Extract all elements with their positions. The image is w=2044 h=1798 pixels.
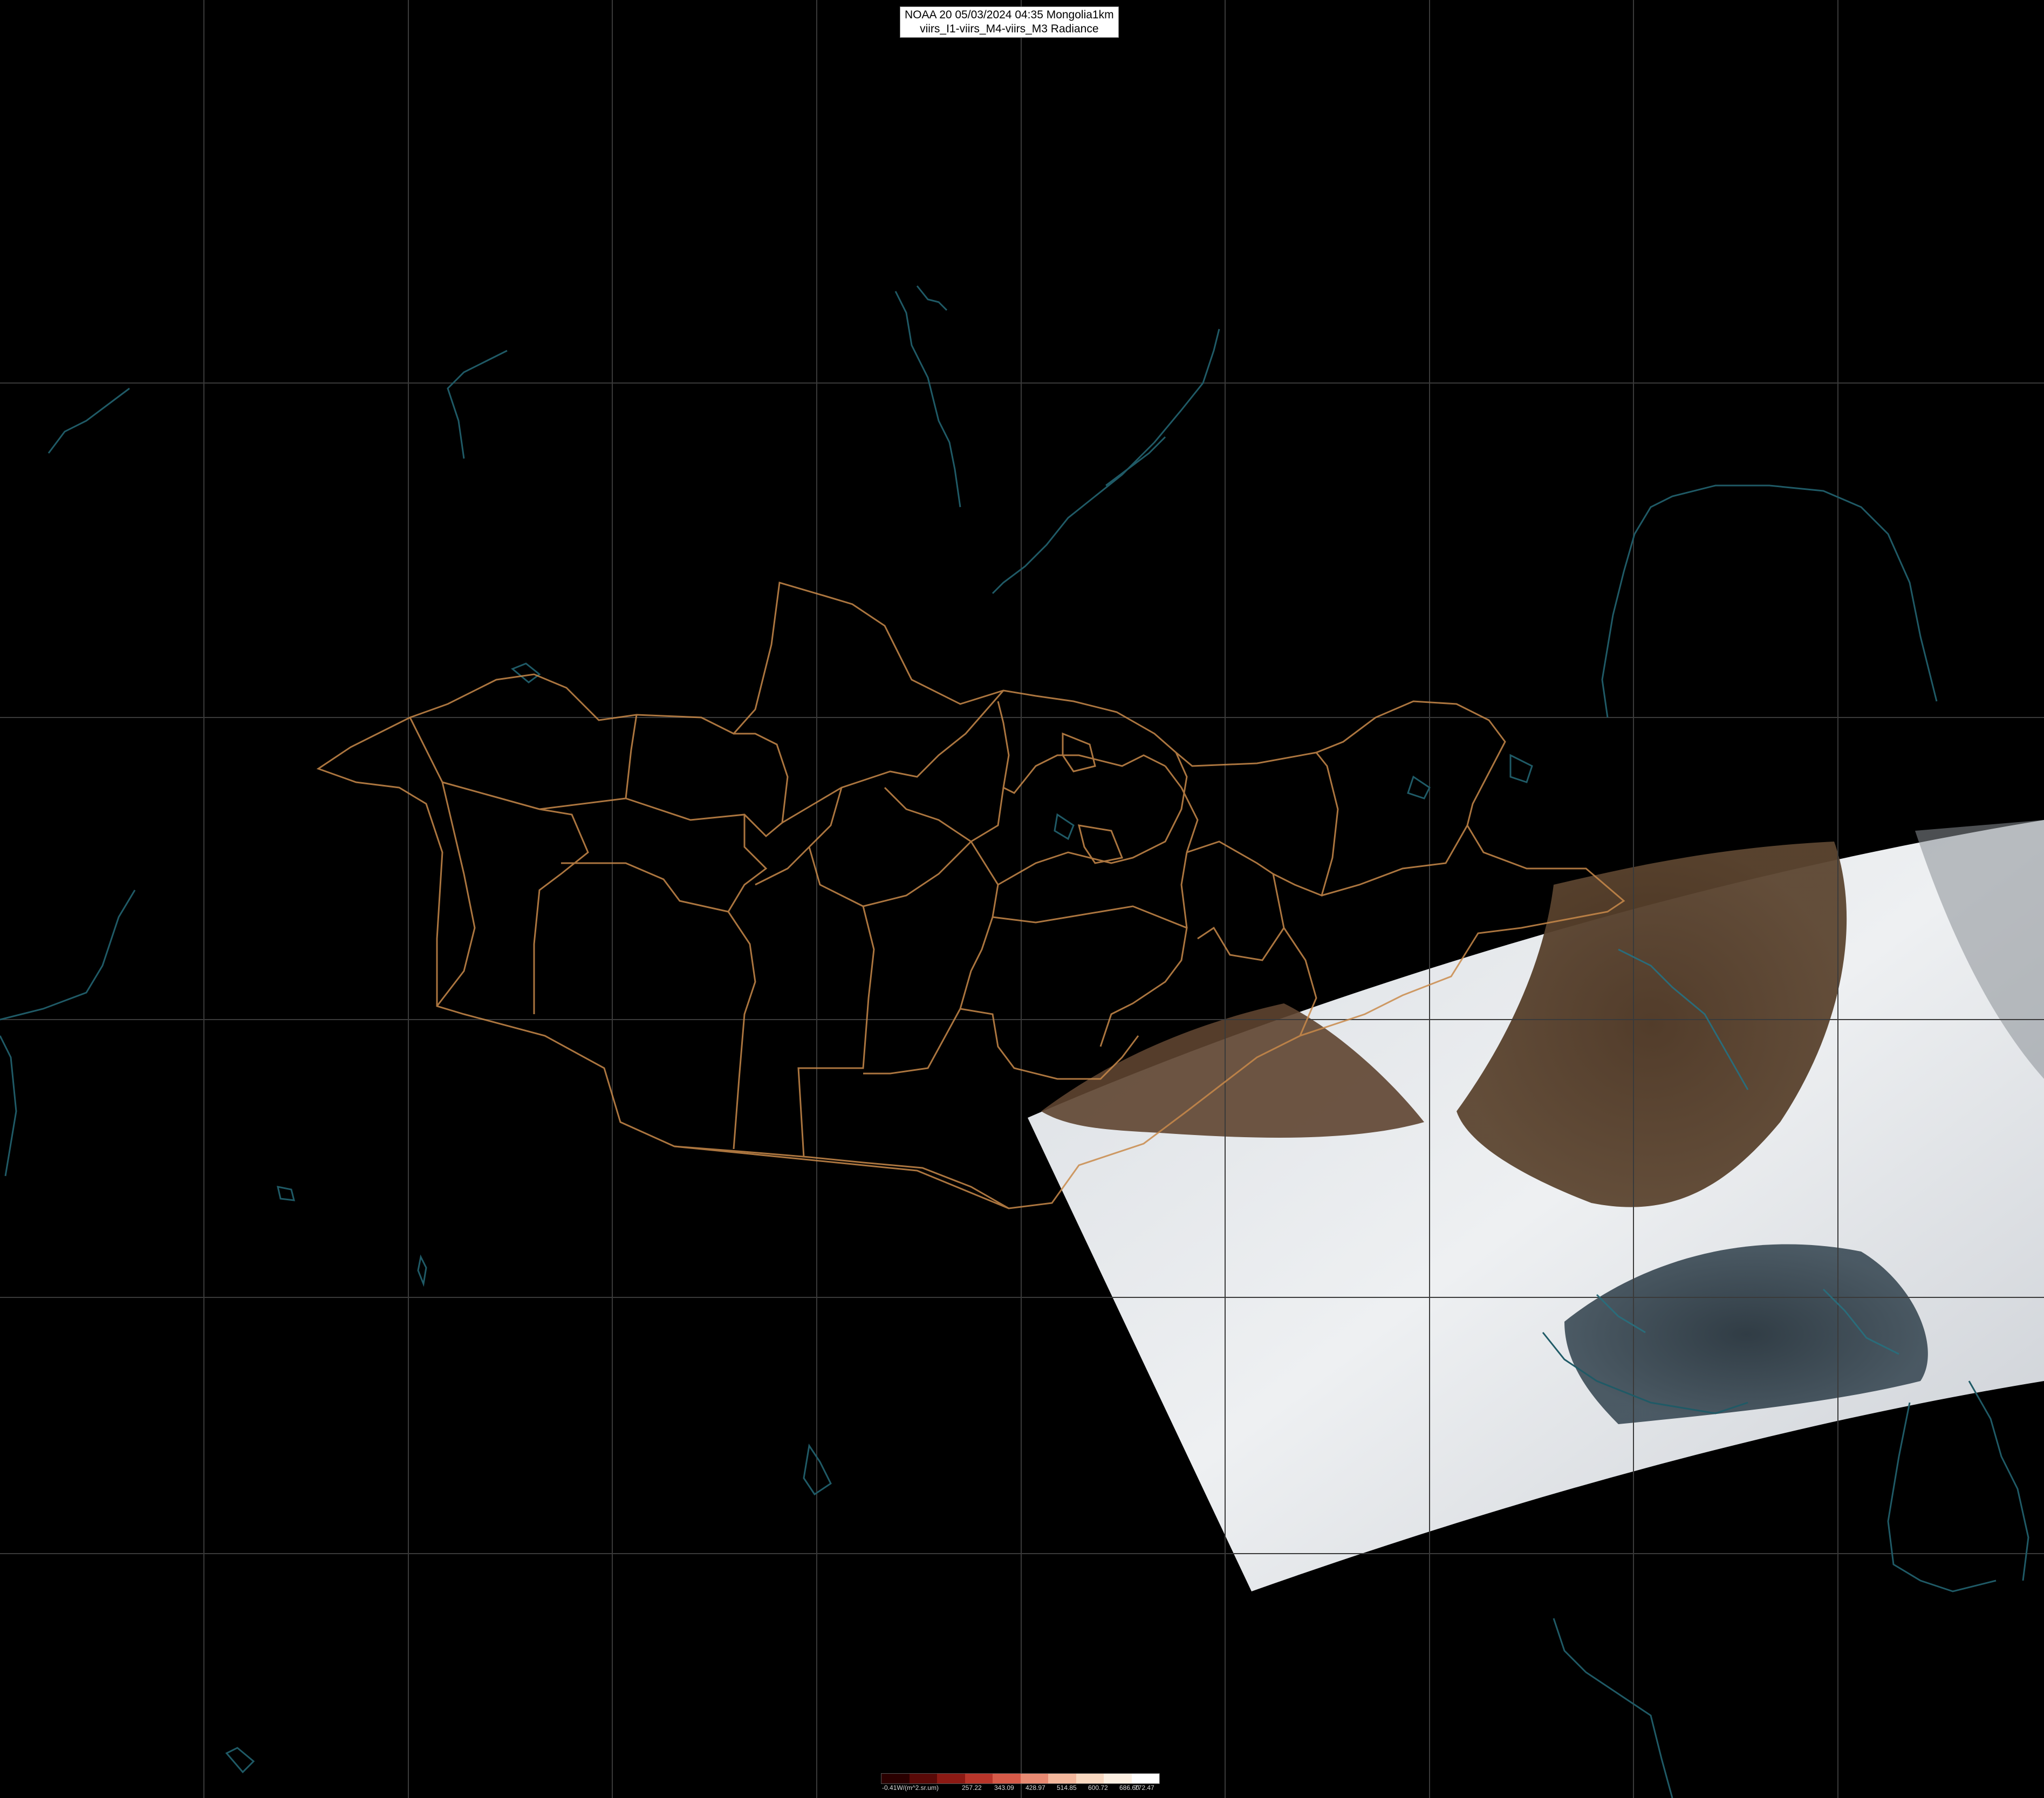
color-legend: -0.41W/(m^2.sr.um) 257.22 343.09 428.97 … [881, 1773, 1160, 1798]
title-line-1: NOAA 20 05/03/2024 04:35 Mongolia1km [905, 9, 1114, 21]
legend-color-segment [881, 1774, 910, 1783]
map-title: NOAA 20 05/03/2024 04:35 Mongolia1km vii… [900, 6, 1119, 38]
legend-color-segment [1048, 1774, 1076, 1783]
legend-color-segment [1020, 1774, 1048, 1783]
legend-color-segment [1104, 1774, 1132, 1783]
legend-ticks: -0.41W/(m^2.sr.um) 257.22 343.09 428.97 … [881, 1784, 1159, 1796]
legend-color-segment [1131, 1774, 1159, 1783]
legend-color-segment [937, 1774, 965, 1783]
legend-color-segment [965, 1774, 993, 1783]
legend-color-segment [993, 1774, 1021, 1783]
legend-tick: 343.09 [994, 1784, 1014, 1792]
satellite-map [0, 0, 2044, 1798]
legend-color-segment [909, 1774, 937, 1783]
legend-tick: -0.41W/(m^2.sr.um) [882, 1784, 939, 1792]
satellite-swath [1028, 820, 2044, 1591]
title-line-2: viirs_I1-viirs_M4-viirs_M3 Radiance [920, 23, 1099, 35]
legend-tick: 257.22 [962, 1784, 982, 1792]
legend-tick: 772.47 [1134, 1784, 1154, 1792]
legend-color-bar [881, 1773, 1160, 1784]
legend-tick: 428.97 [1026, 1784, 1045, 1792]
legend-tick: 600.72 [1088, 1784, 1108, 1792]
legend-color-segment [1076, 1774, 1104, 1783]
legend-tick: 514.85 [1057, 1784, 1077, 1792]
